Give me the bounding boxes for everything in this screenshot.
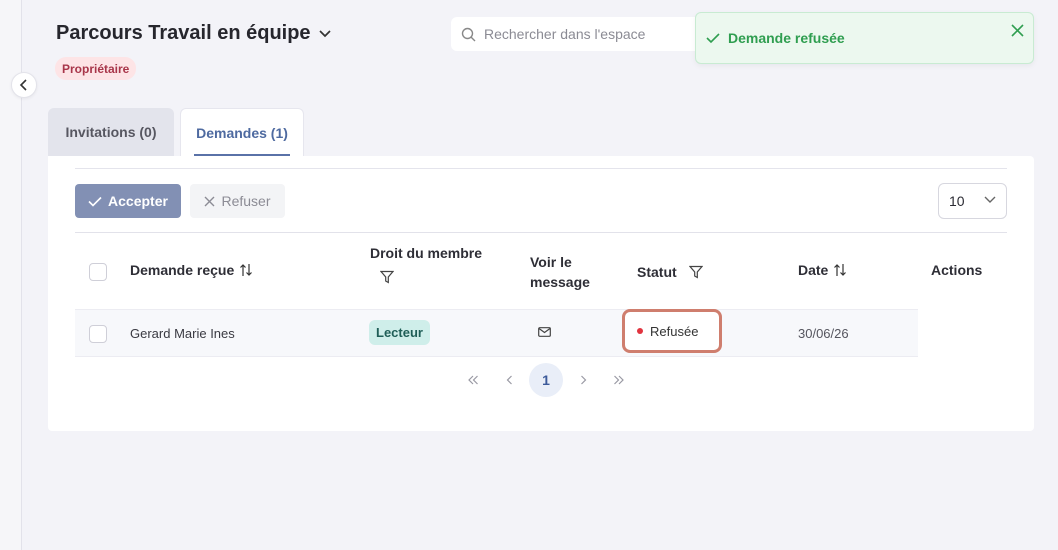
tab-demandes[interactable]: Demandes (1) bbox=[180, 108, 304, 156]
filter-icon[interactable] bbox=[688, 265, 703, 279]
last-page-icon[interactable] bbox=[601, 362, 637, 398]
table-top-border bbox=[75, 232, 1007, 233]
page-size-value: 10 bbox=[949, 193, 965, 209]
page-title: Parcours Travail en équipe bbox=[56, 22, 311, 44]
filter-icon[interactable] bbox=[380, 270, 394, 284]
previous-page-icon[interactable] bbox=[491, 362, 527, 398]
search-box[interactable] bbox=[451, 17, 711, 51]
accept-label: Accepter bbox=[108, 193, 168, 209]
header-member-right: Droit du membre bbox=[370, 245, 482, 284]
table-row[interactable]: Gerard Marie Ines Lecteur Refusée 30/06/… bbox=[75, 309, 918, 357]
close-icon[interactable] bbox=[1011, 24, 1024, 37]
header-date[interactable]: Date bbox=[798, 262, 847, 278]
header-message: Voir le message bbox=[530, 254, 590, 290]
status-label: Refusée bbox=[650, 323, 699, 339]
toast-message: Demande refusée bbox=[728, 30, 845, 46]
close-icon bbox=[204, 196, 215, 206]
tabs: Invitations (0) Demandes (1) bbox=[48, 108, 304, 156]
search-input[interactable] bbox=[484, 26, 684, 42]
collapse-sidebar-button[interactable] bbox=[11, 72, 37, 98]
page-button-current[interactable]: 1 bbox=[529, 363, 563, 397]
page-size-select[interactable]: 10 bbox=[938, 183, 1007, 219]
pagination: 1 bbox=[455, 362, 637, 398]
status-badge: Refusée bbox=[622, 309, 722, 353]
refuse-button[interactable]: Refuser bbox=[190, 184, 285, 218]
mail-icon[interactable] bbox=[538, 327, 551, 337]
divider bbox=[75, 168, 1007, 169]
toast-notification: Demande refusée bbox=[695, 12, 1034, 64]
header-actions: Actions bbox=[931, 262, 983, 278]
sort-icon[interactable] bbox=[239, 263, 253, 277]
tab-invitations[interactable]: Invitations (0) bbox=[48, 108, 174, 156]
page-title-row[interactable]: Parcours Travail en équipe bbox=[56, 22, 331, 45]
chevron-left-icon bbox=[19, 79, 27, 91]
requester-name: Gerard Marie Ines bbox=[130, 326, 235, 341]
refuse-label: Refuser bbox=[221, 193, 271, 209]
request-date: 30/06/26 bbox=[798, 326, 849, 341]
chevron-down-icon bbox=[984, 196, 996, 204]
sort-icon[interactable] bbox=[833, 263, 847, 277]
header-status: Statut bbox=[637, 264, 703, 280]
accept-button[interactable]: Accepter bbox=[75, 184, 181, 218]
check-icon bbox=[706, 33, 720, 44]
role-pill: Lecteur bbox=[369, 320, 430, 345]
header-request[interactable]: Demande reçue bbox=[130, 262, 253, 278]
next-page-icon[interactable] bbox=[565, 362, 601, 398]
row-checkbox[interactable] bbox=[89, 325, 107, 343]
select-all-checkbox[interactable] bbox=[89, 263, 107, 281]
role-badge: Propriétaire bbox=[55, 57, 137, 80]
search-icon bbox=[461, 27, 476, 41]
status-dot bbox=[637, 328, 643, 334]
chevron-down-icon[interactable] bbox=[318, 29, 331, 38]
requests-panel: Accepter Refuser 10 Demande reçue Droit … bbox=[48, 156, 1034, 431]
first-page-icon[interactable] bbox=[455, 362, 491, 398]
check-icon bbox=[88, 196, 102, 207]
